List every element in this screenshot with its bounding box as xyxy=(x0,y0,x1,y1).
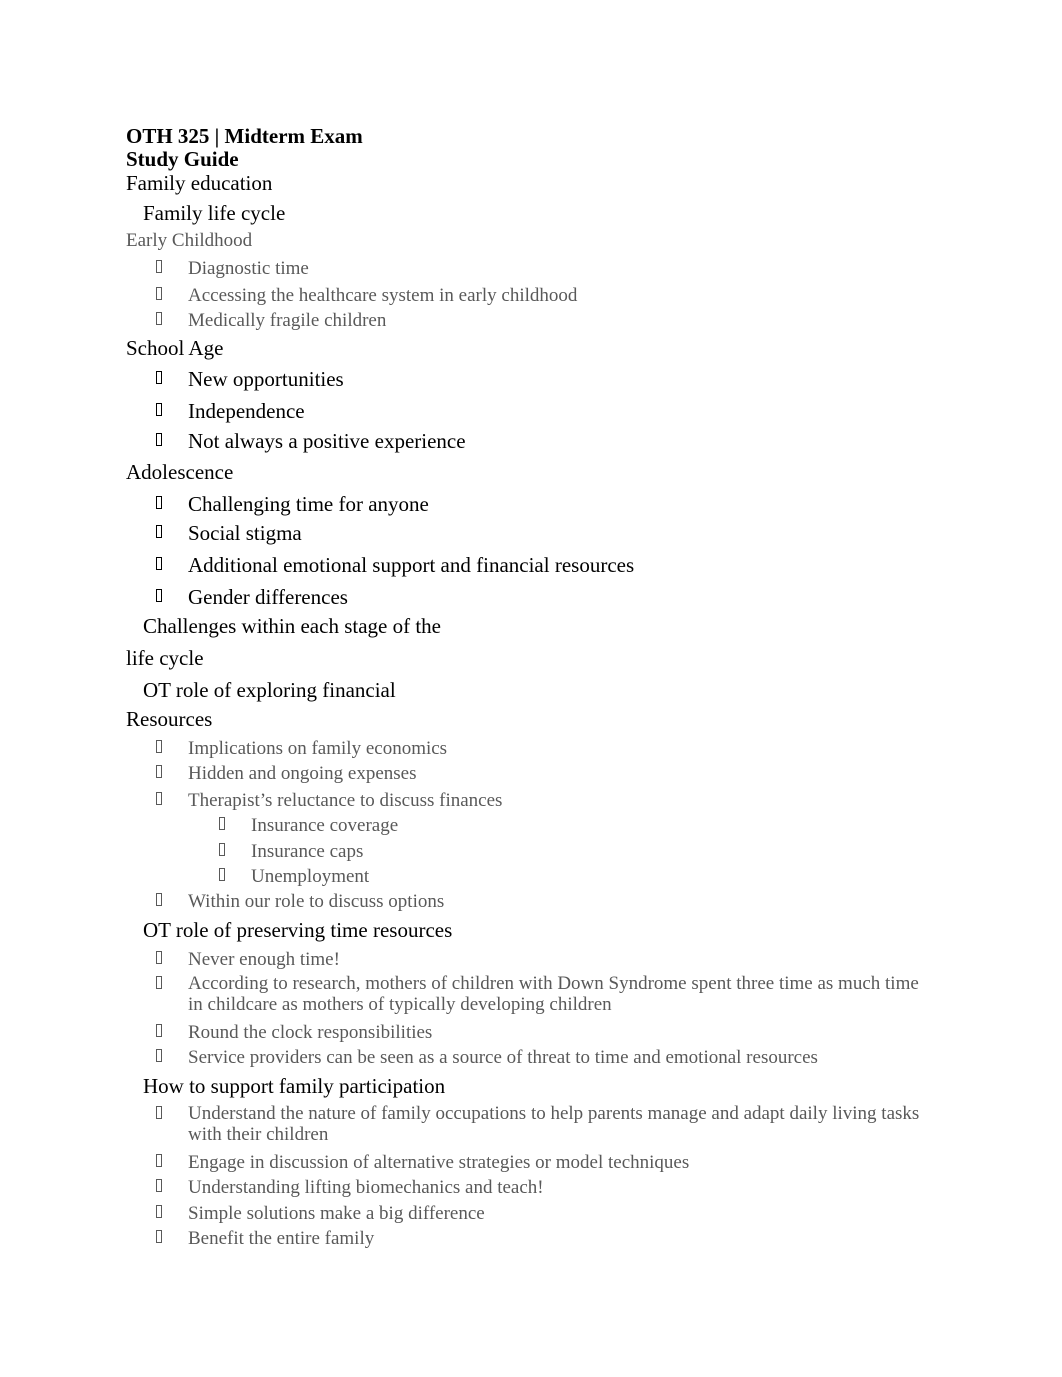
bullet-icon xyxy=(156,1154,162,1167)
heading-financial-cont: Resources xyxy=(126,707,213,731)
heading-family-life-cycle: Family life cycle xyxy=(143,201,286,225)
bullet-icon xyxy=(219,817,225,830)
bullet-icon xyxy=(156,740,162,753)
bullet-icon xyxy=(156,1024,162,1037)
bullet-icon xyxy=(156,496,162,509)
bullet-icon xyxy=(156,371,162,384)
doc-subtitle: Study Guide xyxy=(126,147,239,171)
bullet-icon xyxy=(219,868,225,881)
bullet-icon xyxy=(156,1205,162,1218)
bullet-icon xyxy=(156,1230,162,1243)
bullet-icon xyxy=(156,893,162,906)
bullet-icon xyxy=(156,525,162,538)
heading-family-participation: How to support family participation xyxy=(143,1074,446,1098)
bullet-icon xyxy=(156,433,162,446)
bullet-icon xyxy=(156,260,162,273)
document-page: OTH 325 | Midterm Exam Study Guide Famil… xyxy=(126,124,920,1249)
bullet-icon xyxy=(156,287,162,300)
bullet-icon xyxy=(156,589,162,602)
bullet-icon xyxy=(156,1106,162,1119)
bullet-icon xyxy=(156,792,162,805)
heading-school-age: School Age xyxy=(126,336,224,360)
bullet-icon xyxy=(156,312,162,325)
heading-early-childhood: Early Childhood xyxy=(126,230,253,251)
bullet-icon xyxy=(156,976,162,989)
bullet-icon xyxy=(156,765,162,778)
heading-challenges: Challenges within each stage of the xyxy=(143,614,441,638)
bullet-icon xyxy=(156,1049,162,1062)
bullet-icon xyxy=(156,1179,162,1192)
bullet-icon xyxy=(156,951,162,964)
bullet-icon xyxy=(156,557,162,570)
heading-time-resources: OT role of preserving time resources xyxy=(143,918,453,942)
bullet-icon xyxy=(219,843,225,856)
bullet-icon xyxy=(156,403,162,416)
heading-challenges-cont: life cycle xyxy=(126,646,204,670)
heading-adolescence: Adolescence xyxy=(126,460,234,484)
doc-title: OTH 325 | Midterm Exam xyxy=(126,124,363,148)
heading-financial: OT role of exploring financial xyxy=(143,678,396,702)
heading-family-education: Family education xyxy=(126,171,273,195)
